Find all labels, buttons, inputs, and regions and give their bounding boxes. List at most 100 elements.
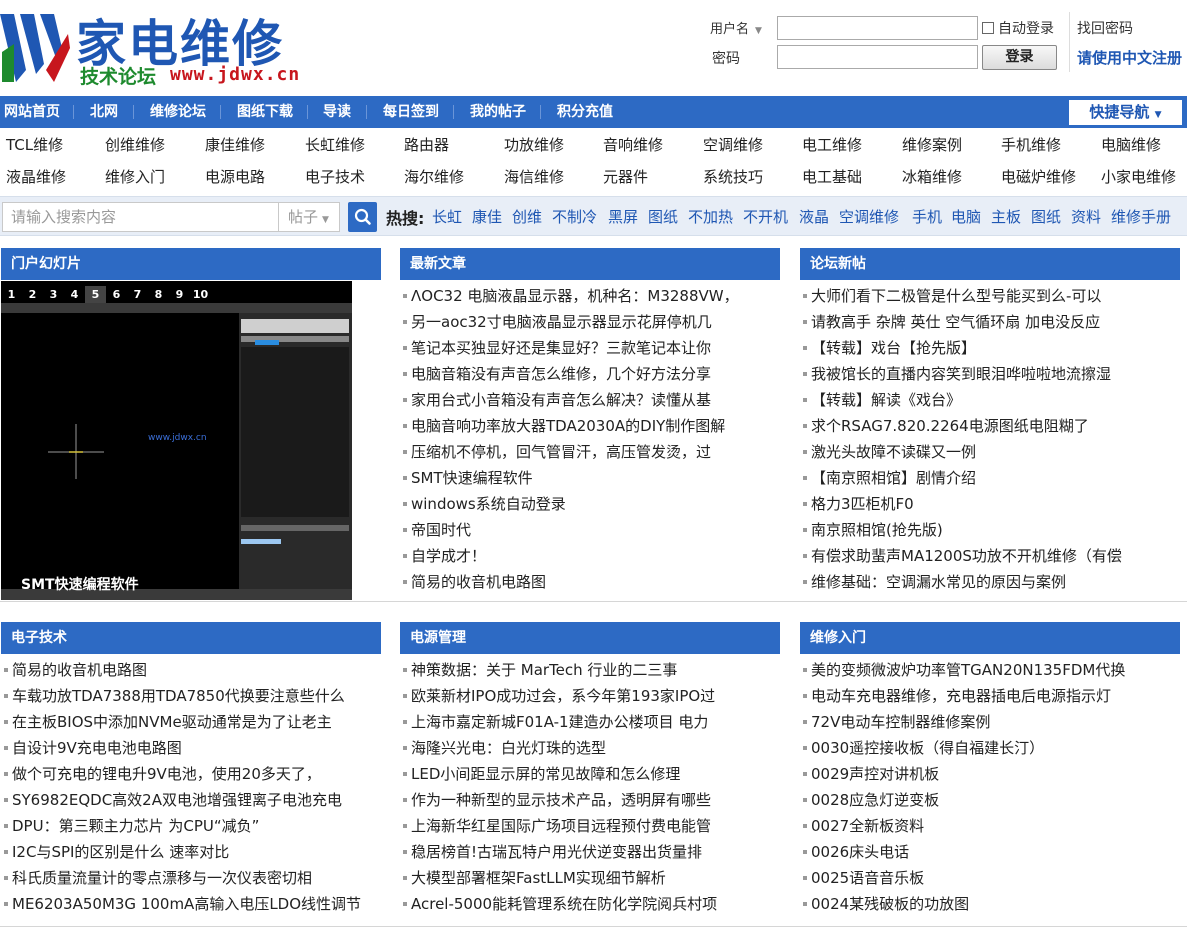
nav-item-guide[interactable]: 导读 bbox=[323, 96, 351, 128]
category-link[interactable]: 海信维修 bbox=[504, 162, 564, 192]
nav-item-checkin[interactable]: 每日签到 bbox=[383, 96, 439, 128]
hot-search-link[interactable]: 不加热 bbox=[688, 206, 733, 227]
list-item[interactable]: 自设计9V充电电池电路图 bbox=[1, 735, 381, 761]
nav-item-my-posts[interactable]: 我的帖子 bbox=[470, 96, 526, 128]
hot-search-link[interactable]: 维修手册 bbox=[1111, 206, 1171, 227]
category-link[interactable]: 音响维修 bbox=[603, 130, 663, 160]
list-item[interactable]: 0027全新板资料 bbox=[800, 813, 1180, 839]
nav-item-forum[interactable]: 维修论坛 bbox=[150, 96, 206, 128]
category-link[interactable]: 维修案例 bbox=[902, 130, 962, 160]
list-item[interactable]: 电脑音箱没有声音怎么维修，几个好方法分享 bbox=[400, 361, 780, 387]
list-item[interactable]: 【南京照相馆】剧情介绍 bbox=[800, 465, 1180, 491]
list-item[interactable]: 大师们看下二极管是什么型号能买到么-可以 bbox=[800, 283, 1180, 309]
list-item[interactable]: 上海新华红星国际广场项目远程预付费电能管 bbox=[400, 813, 780, 839]
category-link[interactable]: 液晶维修 bbox=[6, 162, 66, 192]
list-item[interactable]: DPU：第三颗主力芯片 为CPU“减负” bbox=[1, 813, 381, 839]
list-item[interactable]: LED小间距显示屏的常见故障和怎么修理 bbox=[400, 761, 780, 787]
list-item[interactable]: SY6982EQDC高效2A双电池增强锂离子电池充电 bbox=[1, 787, 381, 813]
list-item[interactable]: 压缩机不停机，回气管冒汗，高压管发烫，过 bbox=[400, 439, 780, 465]
search-type-select[interactable]: 帖子 ▼ bbox=[279, 202, 340, 232]
category-link[interactable]: 元器件 bbox=[603, 162, 648, 192]
chinese-register-link[interactable]: 请使用中文注册 bbox=[1077, 47, 1182, 68]
list-item[interactable]: 0025语音音乐板 bbox=[800, 865, 1180, 891]
list-item[interactable]: 电脑音响功率放大器TDA2030A的DIY制作图解 bbox=[400, 413, 780, 439]
list-item[interactable]: 简易的收音机电路图 bbox=[1, 657, 381, 683]
list-item[interactable]: ME6203A50M3G 100mA高输入电压LDO线性调节 bbox=[1, 891, 381, 917]
list-item[interactable]: 0029声控对讲机板 bbox=[800, 761, 1180, 787]
list-item[interactable]: 家用台式小音箱没有声音怎么解决？读懂从基 bbox=[400, 387, 780, 413]
category-link[interactable]: 冰箱维修 bbox=[902, 162, 962, 192]
list-item[interactable]: 南京照相馆(抢先版) bbox=[800, 517, 1180, 543]
list-item[interactable]: Acrel-5000能耗管理系统在防化学院阅兵村项 bbox=[400, 891, 780, 917]
list-item[interactable]: 格力3匹柜机F0 bbox=[800, 491, 1180, 517]
search-input[interactable]: 请输入搜索内容 bbox=[2, 202, 279, 232]
username-type-selector[interactable]: 用户名 ▼ bbox=[710, 18, 762, 37]
hot-search-link[interactable]: 手机 bbox=[912, 206, 942, 227]
nav-item-diagrams[interactable]: 图纸下载 bbox=[237, 96, 293, 128]
hot-search-link[interactable]: 黑屏 bbox=[608, 206, 638, 227]
list-item[interactable]: 有偿求助蜚声MA1200S功放不开机维修（有偿 bbox=[800, 543, 1180, 569]
category-link[interactable]: 创维维修 bbox=[105, 130, 165, 160]
list-item[interactable]: 科氏质量流量计的零点漂移与一次仪表密切相 bbox=[1, 865, 381, 891]
category-link[interactable]: 空调维修 bbox=[703, 130, 763, 160]
list-item[interactable]: 激光头故障不读碟又一例 bbox=[800, 439, 1180, 465]
list-item[interactable]: 稳居榜首!古瑞瓦特户用光伏逆变器出货量排 bbox=[400, 839, 780, 865]
nav-item-beiwang[interactable]: 北网 bbox=[90, 96, 118, 128]
list-item[interactable]: 美的变频微波炉功率管TGAN20N135FDM代换 bbox=[800, 657, 1180, 683]
slideshow-image[interactable]: 1 2 3 4 5 6 7 8 9 10 www.jdwx.cn SMT快速编程… bbox=[1, 281, 352, 600]
list-item[interactable]: 车载功放TDA7388用TDA7850代换要注意些什么 bbox=[1, 683, 381, 709]
hot-search-link[interactable]: 长虹 bbox=[432, 206, 462, 227]
site-logo[interactable]: 家电维修 技术论坛 www.jdwx.cn bbox=[0, 4, 340, 88]
list-item[interactable]: 作为一种新型的显示技术产品，透明屏有哪些 bbox=[400, 787, 780, 813]
list-item[interactable]: 求个RSAG7.820.2264电源图纸电阻糊了 bbox=[800, 413, 1180, 439]
username-input[interactable] bbox=[777, 16, 978, 40]
list-item[interactable]: 0028应急灯逆变板 bbox=[800, 787, 1180, 813]
hot-search-link[interactable]: 康佳 bbox=[472, 206, 502, 227]
list-item[interactable]: 【转载】戏台【抢先版】 bbox=[800, 335, 1180, 361]
category-link[interactable]: 长虹维修 bbox=[305, 130, 365, 160]
category-link[interactable]: 海尔维修 bbox=[404, 162, 464, 192]
remember-checkbox[interactable] bbox=[982, 22, 994, 34]
list-item[interactable]: 简易的收音机电路图 bbox=[400, 569, 780, 595]
list-item[interactable]: 请教高手 杂牌 英仕 空气循环扇 加电没反应 bbox=[800, 309, 1180, 335]
list-item[interactable]: windows系统自动登录 bbox=[400, 491, 780, 517]
login-button[interactable]: 登录 bbox=[982, 45, 1057, 70]
hot-search-link[interactable]: 图纸 bbox=[648, 206, 678, 227]
list-item[interactable]: 我被馆长的直播内容笑到眼泪哗啦啦地流擦湿 bbox=[800, 361, 1180, 387]
list-item[interactable]: 【转载】解读《戏台》 bbox=[800, 387, 1180, 413]
list-item[interactable]: 神策数据：关于 MarTech 行业的二三事 bbox=[400, 657, 780, 683]
find-password-link[interactable]: 找回密码 bbox=[1077, 18, 1133, 38]
category-link[interactable]: 系统技巧 bbox=[703, 162, 763, 192]
category-link[interactable]: 功放维修 bbox=[504, 130, 564, 160]
list-item[interactable]: 另一aoc32寸电脑液晶显示器显示花屏停机几 bbox=[400, 309, 780, 335]
list-item[interactable]: 72V电动车控制器维修案例 bbox=[800, 709, 1180, 735]
list-item[interactable]: 大模型部署框架FastLLM实现细节解析 bbox=[400, 865, 780, 891]
list-item[interactable]: 维修基础：空调漏水常见的原因与案例 bbox=[800, 569, 1180, 595]
list-item[interactable]: I2C与SPI的区别是什么 速率对比 bbox=[1, 839, 381, 865]
hot-search-link[interactable]: 图纸 bbox=[1031, 206, 1061, 227]
category-link[interactable]: 维修入门 bbox=[105, 162, 165, 192]
category-link[interactable]: 小家电维修 bbox=[1101, 162, 1176, 192]
hot-search-link[interactable]: 液晶 bbox=[799, 206, 829, 227]
list-item[interactable]: SMT快速编程软件 bbox=[400, 465, 780, 491]
list-item[interactable]: 自学成才！ bbox=[400, 543, 780, 569]
list-item[interactable]: 0026床头电话 bbox=[800, 839, 1180, 865]
hot-search-link[interactable]: 电脑 bbox=[951, 206, 981, 227]
list-item[interactable]: ΛOC32 电脑液晶显示器，机种名：M3288VW， bbox=[400, 283, 780, 309]
category-link[interactable]: TCL维修 bbox=[6, 130, 63, 160]
search-button[interactable] bbox=[348, 202, 377, 232]
list-item[interactable]: 电动车充电器维修，充电器插电后电源指示灯 bbox=[800, 683, 1180, 709]
nav-item-recharge[interactable]: 积分充值 bbox=[557, 96, 613, 128]
category-link[interactable]: 电工维修 bbox=[802, 130, 862, 160]
slide-caption[interactable]: SMT快速编程软件 bbox=[21, 574, 139, 594]
hot-search-link[interactable]: 空调维修 bbox=[839, 206, 899, 227]
hot-search-link[interactable]: 创维 bbox=[512, 206, 542, 227]
category-link[interactable]: 电源电路 bbox=[205, 162, 265, 192]
category-link[interactable]: 电磁炉维修 bbox=[1001, 162, 1076, 192]
hot-search-link[interactable]: 资料 bbox=[1071, 206, 1101, 227]
hot-search-link[interactable]: 主板 bbox=[991, 206, 1021, 227]
category-link[interactable]: 电工基础 bbox=[802, 162, 862, 192]
list-item[interactable]: 笔记本买独显好还是集显好？三款笔记本让你 bbox=[400, 335, 780, 361]
category-link[interactable]: 康佳维修 bbox=[205, 130, 265, 160]
list-item[interactable]: 海隆兴光电：白光灯珠的选型 bbox=[400, 735, 780, 761]
